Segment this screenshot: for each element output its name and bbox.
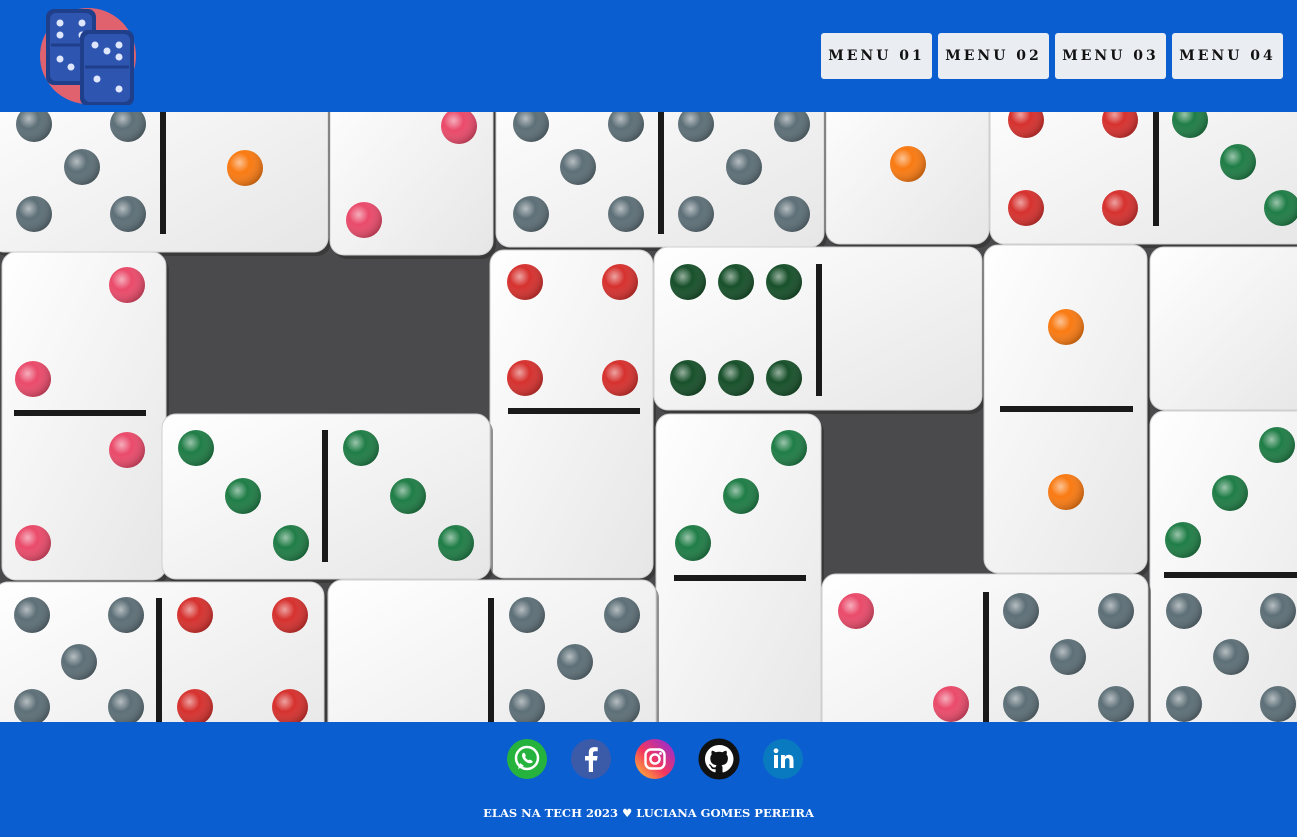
site-footer: ELAS NA TECH 2023 ♥ LUCIANA GOMES PEREIR…	[0, 722, 1297, 837]
logo[interactable]	[39, 7, 137, 106]
whatsapp-icon[interactable]	[506, 738, 548, 780]
linkedin-icon[interactable]	[762, 738, 804, 780]
menu-03-button[interactable]: MENU 03	[1055, 33, 1166, 79]
menu-02-button[interactable]: MENU 02	[938, 33, 1049, 79]
hero-image	[0, 112, 1297, 722]
domino-tiles-icon	[40, 8, 136, 106]
menu-04-button[interactable]: MENU 04	[1172, 33, 1283, 79]
footer-credit: ELAS NA TECH 2023 ♥ LUCIANA GOMES PEREIR…	[483, 806, 814, 820]
site-header: MENU 01 MENU 02 MENU 03 MENU 04	[0, 0, 1297, 112]
main-menu: MENU 01 MENU 02 MENU 03 MENU 04	[821, 33, 1283, 79]
facebook-icon[interactable]	[570, 738, 612, 780]
social-links	[506, 738, 804, 780]
instagram-icon[interactable]	[634, 738, 676, 780]
domino-tiles-photo	[0, 112, 1297, 722]
github-icon[interactable]	[698, 738, 740, 780]
menu-01-button[interactable]: MENU 01	[821, 33, 932, 79]
